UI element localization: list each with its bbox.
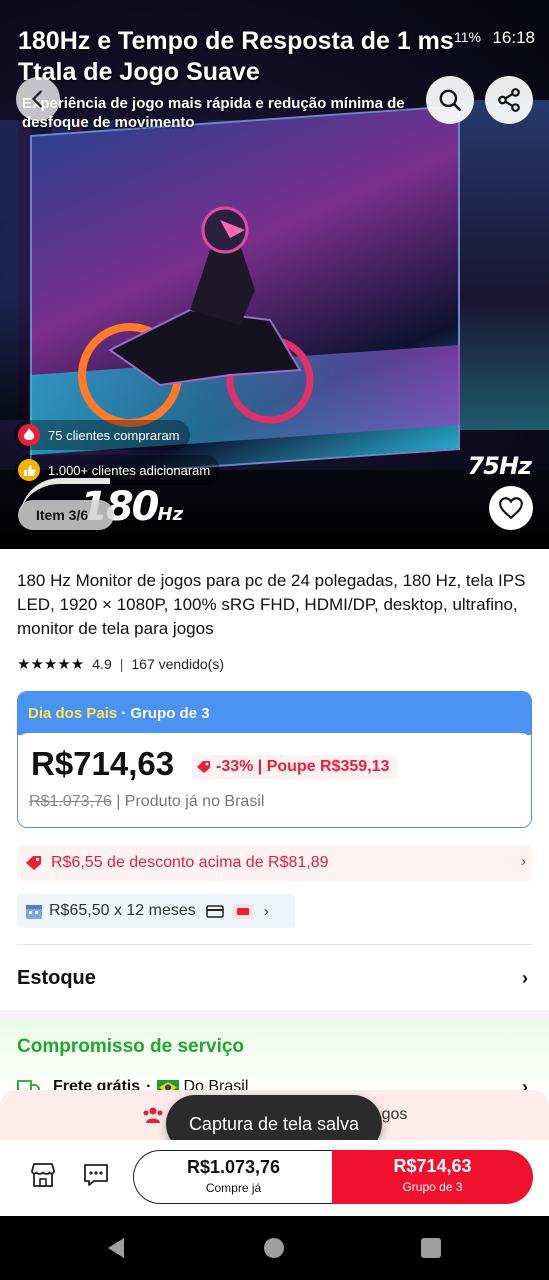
rating-separator: | — [119, 656, 124, 672]
chat-icon — [84, 1164, 108, 1186]
discount-text: -33% | Poupe R$359,13 — [216, 758, 390, 775]
installment-calendar-icon — [26, 905, 42, 919]
hero-subheadline: Experiência de jogo mais rápida e reduçã… — [22, 95, 405, 131]
payment-cards: › — [206, 903, 269, 920]
hz-180-unit: Hz — [157, 504, 184, 525]
stock-label: Estoque — [17, 966, 96, 989]
service-title: Compromisso de serviço — [17, 1036, 245, 1057]
chevron-right-icon: › — [521, 853, 526, 870]
price-body: R$714,63 -33% | Poupe R$359,13 R$1.073,7… — [18, 733, 531, 827]
system-navigation-bar — [0, 1216, 549, 1280]
boleto-icon — [231, 903, 254, 919]
coupon-tag-icon — [26, 856, 41, 870]
stock-row[interactable]: Estoque › — [17, 960, 532, 996]
installments-text: R$65,50 x 12 meses — [49, 902, 196, 919]
origin-note: | Produto já no Brasil — [116, 793, 265, 810]
chevron-right-icon: › — [263, 902, 269, 920]
product-title: 180 Hz Monitor de jogos para pc de 24 po… — [17, 571, 526, 638]
chevron-left-icon — [32, 90, 42, 108]
product-image-gallery[interactable]: 11% 16:18 180Hz e Tempo de Resposta de 1… — [0, 0, 549, 549]
credit-card-icon — [206, 904, 224, 918]
nav-back-icon[interactable] — [106, 1237, 126, 1259]
discount-badge: -33% | Poupe R$359,13 — [192, 755, 398, 779]
chat-button[interactable] — [79, 1158, 113, 1192]
buy-now-button[interactable]: R$1.073,76 Compre já — [133, 1150, 333, 1204]
group-buy-price: R$714,63 — [393, 1156, 472, 1176]
tag-icon — [197, 761, 210, 773]
coupon-row[interactable]: R$6,55 de desconto acima de R$81,89 › — [17, 845, 532, 881]
chevron-right-icon: › — [522, 967, 528, 988]
star-icon: ★ — [57, 655, 71, 673]
group-buy-button[interactable]: R$714,63 Grupo de 3 — [332, 1150, 533, 1204]
star-icon: ★ — [70, 655, 85, 673]
section-gap — [0, 1010, 549, 1022]
buyers-badge-text: 75 clientes compraram — [48, 427, 180, 443]
heart-icon — [499, 497, 523, 520]
price-card: Dia dos Pais · Grupo de 3 R$714,63 -33% … — [17, 691, 532, 828]
star-icon: ★ — [17, 655, 31, 673]
motorcycle-rider-image — [78, 206, 314, 427]
hz-75-label: 75Hz — [467, 452, 532, 480]
group-buy-label: Grupo de 3 — [402, 1180, 463, 1194]
installments-row[interactable]: R$65,50 x 12 meses › — [17, 894, 295, 928]
rating-value: 4.9 — [92, 656, 112, 672]
star-icon: ★ — [43, 655, 58, 673]
search-button[interactable] — [426, 76, 474, 124]
hero-headline: 180Hz e Tempo de Resposta de 1 ms Ttala … — [18, 27, 454, 86]
original-price-row: R$1.073,76 | Produto já no Brasil — [29, 793, 264, 811]
gallery-item-counter: Item 3/6 — [18, 500, 114, 530]
sold-count: 167 vendido(s) — [131, 656, 224, 672]
buy-now-label: Compre já — [205, 1181, 262, 1195]
rating-row[interactable]: ★ ★ ★ ★ ★ 4.9 | 167 vendido(s) — [17, 654, 224, 674]
group-strip-text: gos — [381, 1106, 408, 1123]
status-time: 16:18 — [492, 28, 535, 47]
star-icon: ★ — [30, 655, 44, 673]
share-icon — [498, 88, 520, 112]
group-people-icon — [143, 1107, 163, 1123]
group-size-label: · Grupo de 3 — [121, 705, 210, 722]
buy-now-price: R$1.073,76 — [186, 1157, 281, 1177]
store-icon — [31, 1163, 55, 1187]
buyers-badge: 75 clientes compraram — [14, 420, 190, 450]
section-divider — [17, 944, 532, 945]
original-price: R$1.073,76 — [29, 793, 112, 810]
added-badge-text: 1.000+ clientes adicionaram — [48, 462, 211, 478]
thumbs-up-icon — [18, 459, 40, 481]
nav-recents-icon[interactable] — [421, 1238, 441, 1258]
current-price: R$714,63 — [31, 745, 175, 782]
store-button[interactable] — [26, 1158, 60, 1192]
monitor-75hz-panel — [452, 100, 549, 430]
promo-name: Dia dos Pais — [28, 705, 118, 722]
promo-header: Dia dos Pais · Grupo de 3 — [18, 692, 531, 735]
favorite-button[interactable] — [489, 486, 533, 530]
search-icon — [439, 89, 462, 112]
back-button[interactable] — [16, 77, 60, 121]
share-button[interactable] — [485, 76, 533, 124]
nav-home-icon[interactable] — [264, 1238, 284, 1258]
fire-icon — [18, 424, 40, 446]
bottom-action-bar: R$1.073,76 Compre já R$714,63 Grupo de 3 — [0, 1140, 549, 1216]
rating-stars: ★ ★ ★ ★ ★ — [17, 655, 84, 673]
coupon-text: R$6,55 de desconto acima de R$81,89 — [51, 854, 329, 871]
